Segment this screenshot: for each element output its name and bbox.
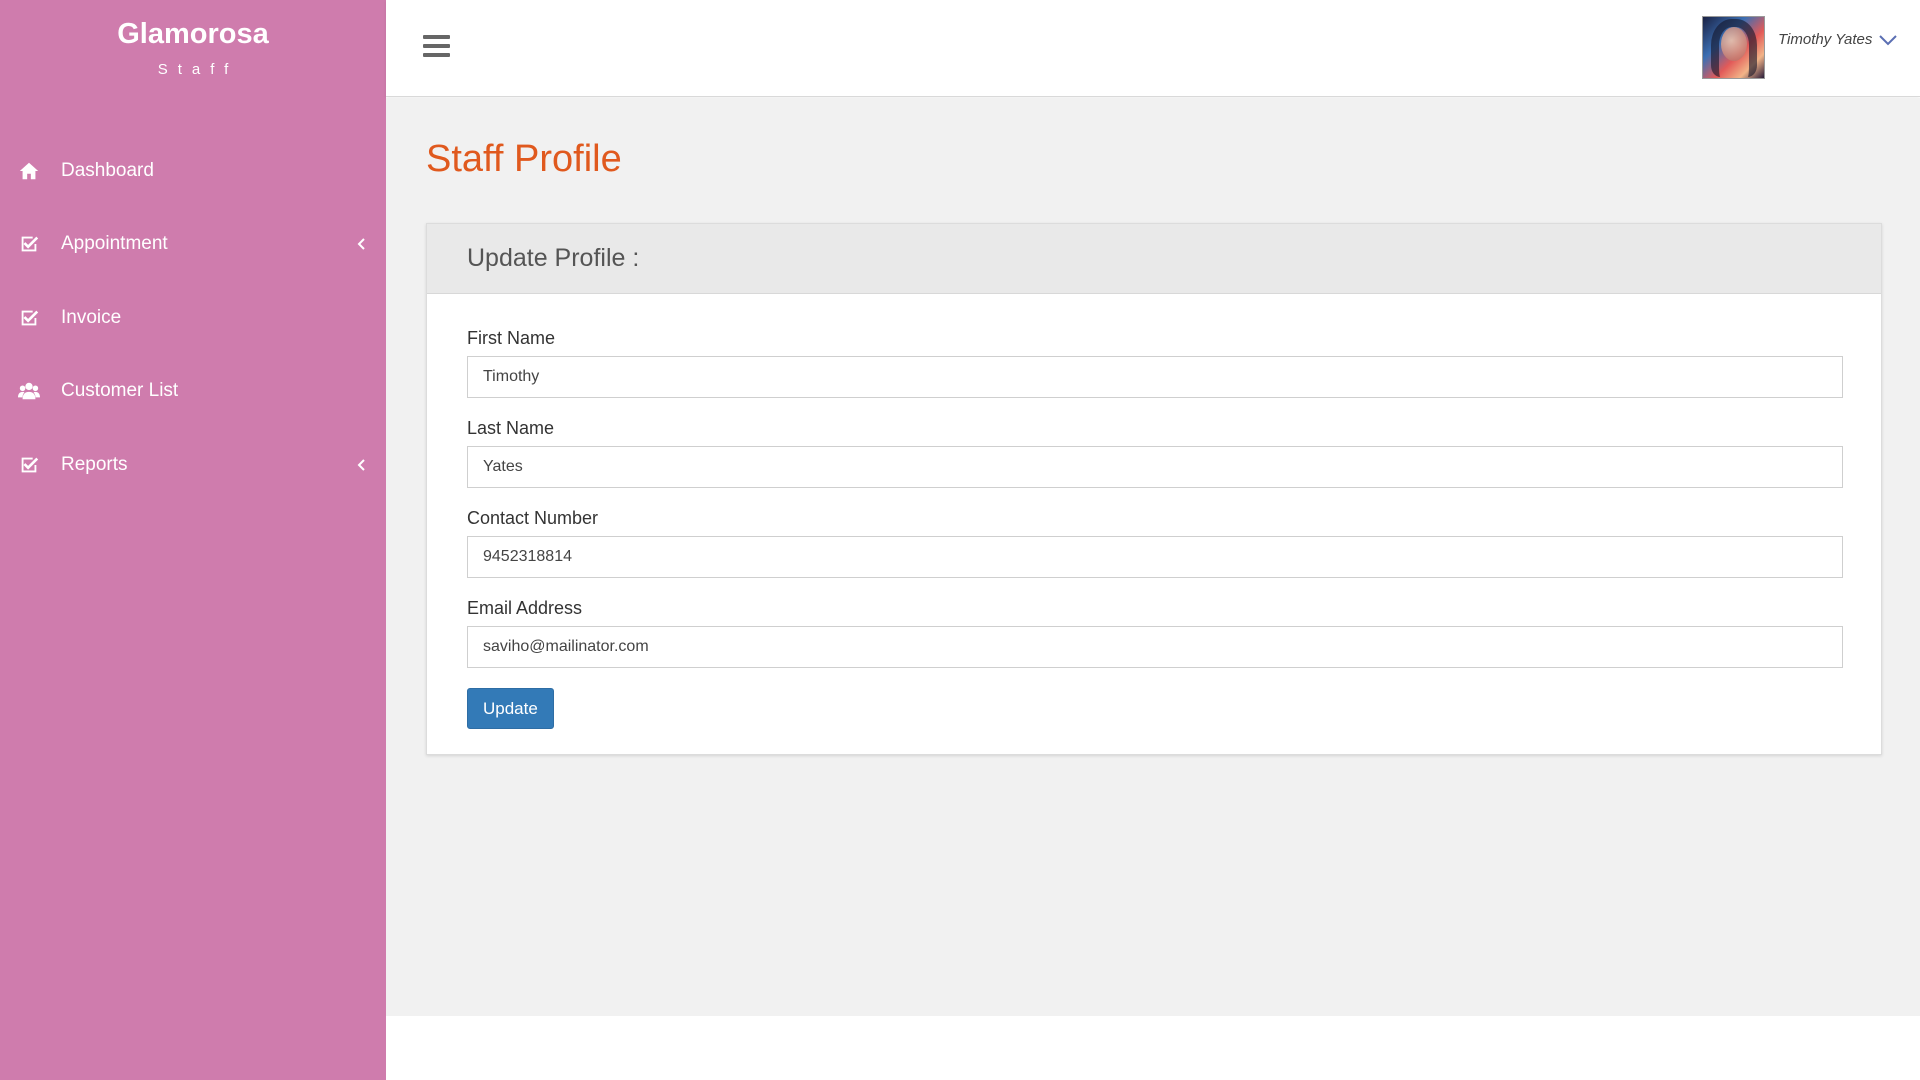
sidebar-item-appointment[interactable]: Appointment — [0, 208, 386, 282]
main-content: Staff Profile Update Profile : First Nam… — [386, 98, 1920, 1016]
check-square-icon — [18, 307, 40, 329]
email-address-group: Email Address — [467, 598, 1843, 668]
topbar: Timothy Yates — [386, 0, 1920, 97]
brand-subtitle: Staff — [157, 61, 239, 78]
last-name-field[interactable] — [467, 446, 1843, 488]
user-name[interactable]: Timothy Yates — [1778, 31, 1872, 48]
sidebar-item-reports[interactable]: Reports — [0, 428, 386, 502]
last-name-group: Last Name — [467, 418, 1843, 488]
check-square-icon — [18, 233, 40, 255]
first-name-label: First Name — [467, 328, 556, 348]
sidebar-item-label: Invoice — [61, 306, 122, 328]
contact-number-group: Contact Number — [467, 508, 1843, 578]
email-address-label: Email Address — [467, 598, 583, 618]
brand: Glamorosa Staff — [0, 0, 386, 78]
check-square-icon — [18, 454, 40, 476]
panel-heading: Update Profile : — [427, 224, 1881, 294]
avatar[interactable] — [1702, 16, 1765, 79]
sidebar: Glamorosa Staff Dashboard Appointment In… — [0, 0, 386, 1080]
sidebar-item-invoice[interactable]: Invoice — [0, 281, 386, 355]
page-title: Staff Profile — [426, 138, 622, 180]
sidebar-nav: Dashboard Appointment Invoice Customer L… — [0, 134, 386, 502]
chevron-left-icon — [356, 455, 368, 471]
sidebar-item-customer-list[interactable]: Customer List — [0, 355, 386, 429]
sidebar-item-dashboard[interactable]: Dashboard — [0, 134, 386, 208]
sidebar-item-label: Customer List — [61, 380, 179, 402]
first-name-field[interactable] — [467, 356, 1843, 398]
contact-number-field[interactable] — [467, 536, 1843, 578]
contact-number-label: Contact Number — [467, 508, 599, 528]
first-name-group: First Name — [467, 328, 1843, 398]
sidebar-item-label: Dashboard — [61, 159, 154, 181]
chevron-left-icon — [356, 234, 368, 250]
hamburger-icon[interactable] — [423, 35, 450, 57]
chevron-down-icon[interactable] — [1879, 33, 1897, 46]
profile-form: First Name Last Name Contact Number Emai… — [427, 294, 1881, 729]
update-profile-panel: Update Profile : First Name Last Name Co… — [426, 223, 1882, 755]
users-icon — [18, 380, 40, 402]
home-icon — [18, 160, 40, 182]
sidebar-item-label: Appointment — [61, 233, 168, 255]
sidebar-item-label: Reports — [61, 453, 128, 475]
last-name-label: Last Name — [467, 418, 555, 438]
email-field[interactable] — [467, 626, 1843, 668]
update-button[interactable]: Update — [467, 688, 554, 729]
brand-name: Glamorosa — [117, 18, 269, 50]
